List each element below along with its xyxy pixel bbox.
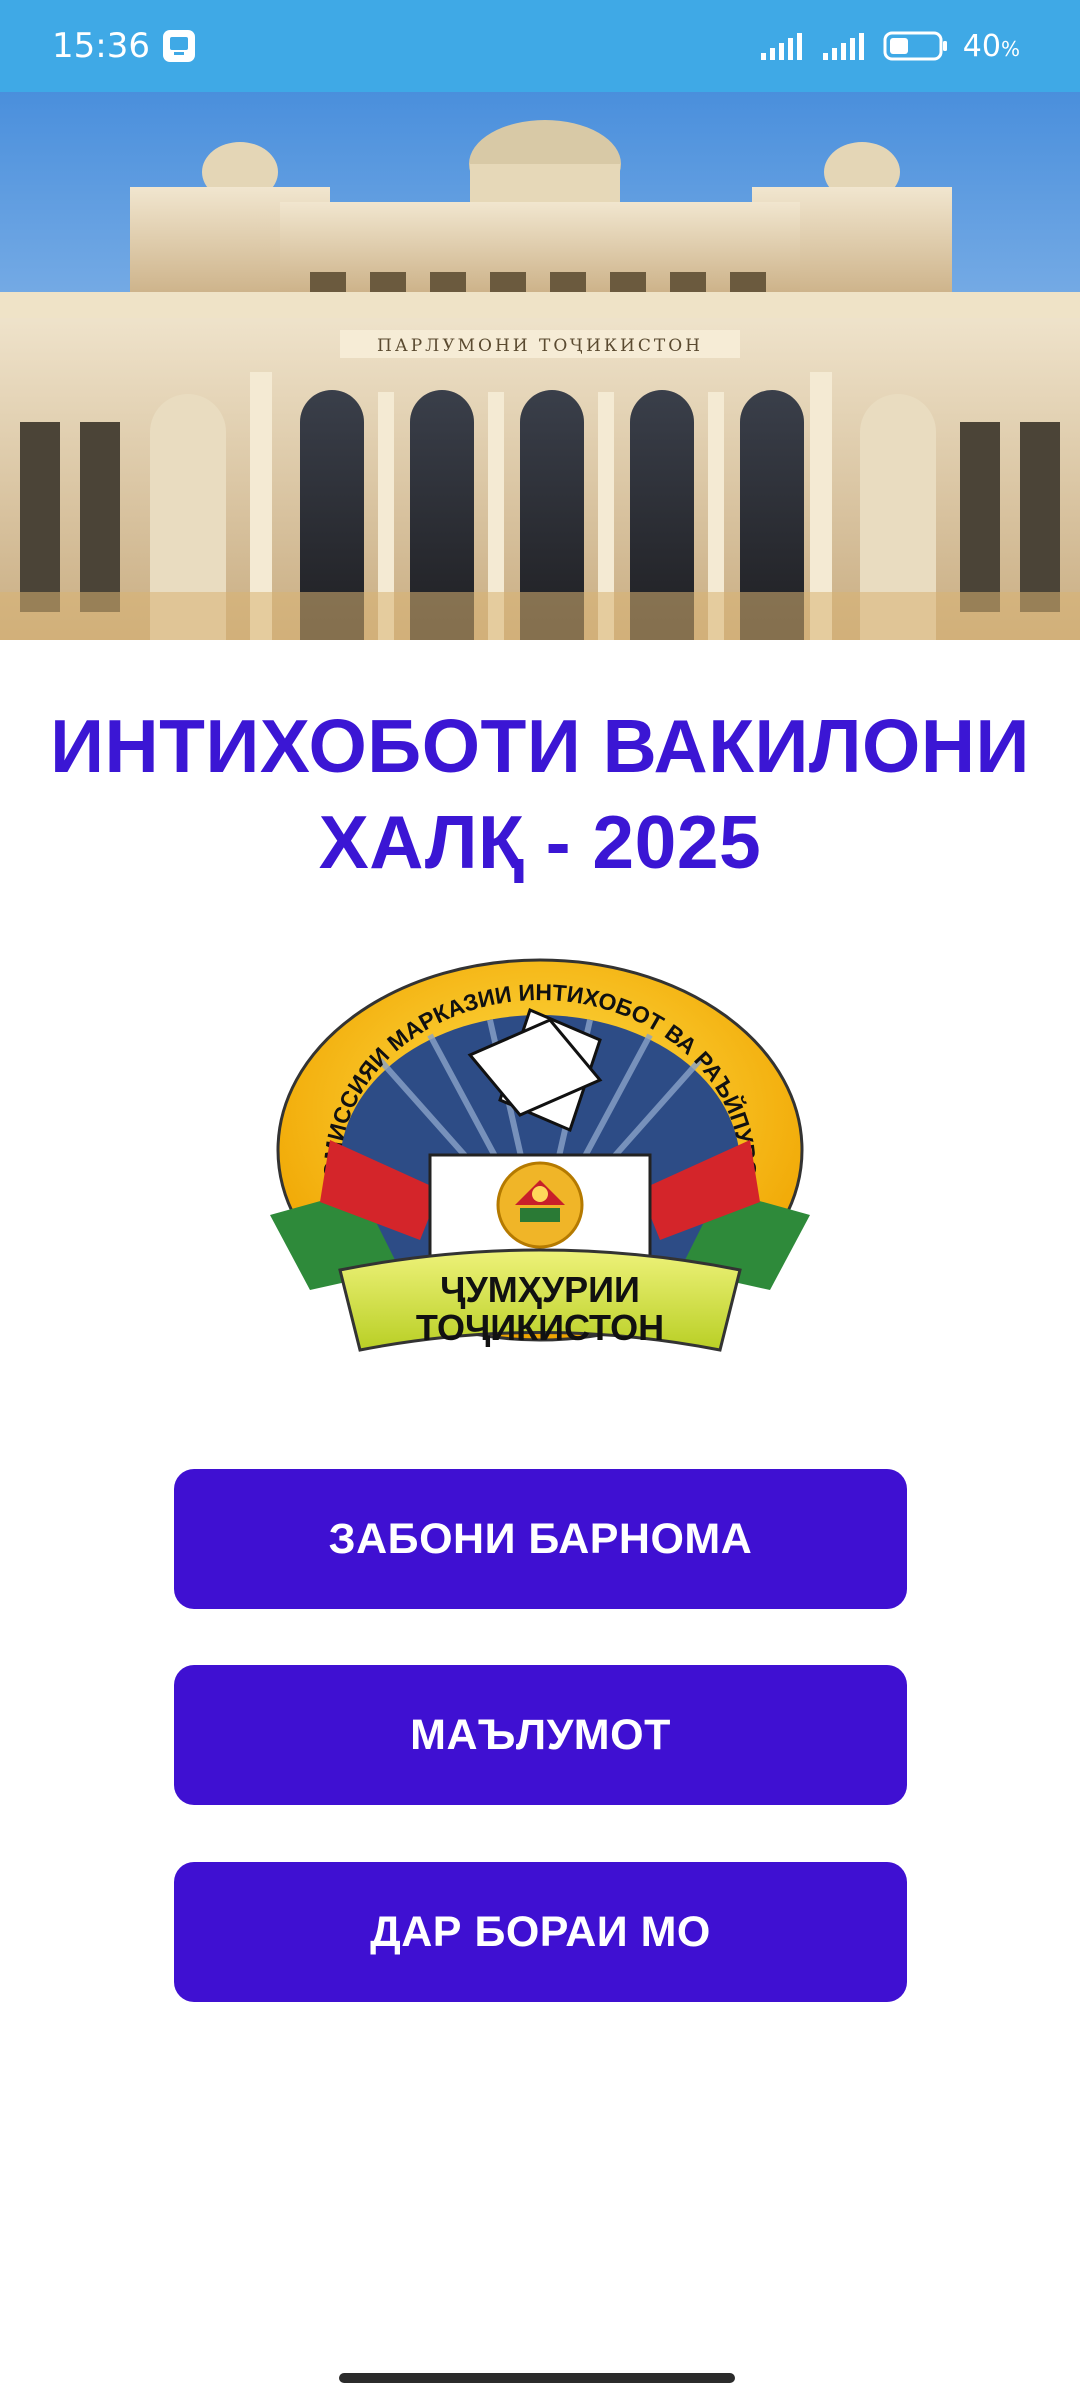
parliament-building-photo: ПАРЛУМОНИ ТОҶИКИСТОН [0,92,1080,640]
status-left: 15:36 [52,26,196,66]
status-time: 15:36 [52,26,150,66]
signal-icon [822,33,864,60]
election-commission-emblem: КОМИССИЯИ МАРКАЗИИ ИНТИХОБОТ ВА РАЪЙПУРС… [270,940,810,1352]
battery-icon [883,31,947,61]
page-title: ИНТИХОБОТИ ВАКИЛОНИ ХАЛҚ - 2025 [0,698,1080,890]
building-inscription: ПАРЛУМОНИ ТОҶИКИСТОН [377,336,703,356]
status-right: 40% [759,29,1020,64]
battery-percent: 40% [962,28,1020,64]
program-language-button[interactable]: ЗАБОНИ БАРНОМА [174,1469,907,1609]
gesture-navigation-bar[interactable] [339,2373,735,2383]
signal-icon [760,33,802,60]
notification-app-icon [162,30,195,62]
title-line-2: ХАЛҚ - 2025 [318,800,762,884]
header-image: ПАРЛУМОНИ ТОҶИКИСТОН [0,92,1080,640]
title-line-1: ИНТИХОБОТИ ВАКИЛОНИ [50,704,1030,788]
status-bar: 15:36 40% [0,0,1080,92]
information-button[interactable]: МАЪЛУМОТ [174,1665,907,1805]
emblem-ribbon-line2: ТОҶИКИСТОН [416,1307,664,1348]
emblem-ribbon-line1: ҶУМҲУРИИ [440,1269,640,1310]
about-us-button[interactable]: ДАР БОРАИ МО [174,1862,907,2002]
